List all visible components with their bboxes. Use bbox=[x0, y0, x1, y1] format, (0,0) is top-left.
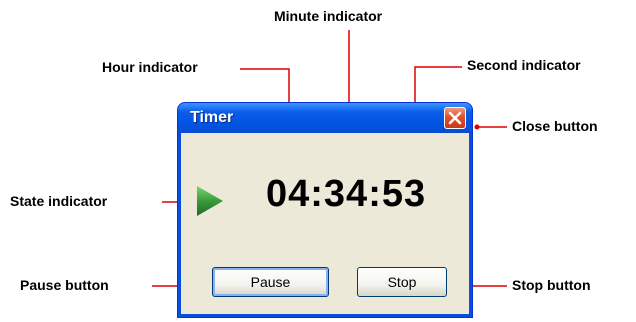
window-body: 04:34:53 Pause Stop bbox=[181, 133, 469, 314]
state-indicator-label: State indicator bbox=[10, 193, 108, 209]
stop-button-label: Stop button bbox=[512, 277, 591, 293]
minute-indicator-label: Minute indicator bbox=[274, 8, 383, 24]
close-button-label: Close button bbox=[512, 118, 598, 134]
second-indicator-label: Second indicator bbox=[467, 57, 581, 73]
play-icon bbox=[197, 186, 223, 216]
time-display: 04:34:53 bbox=[266, 173, 427, 215]
window-title: Timer bbox=[190, 109, 234, 126]
timer-window: Timer 04:34:53 Pause Stop bbox=[177, 102, 473, 318]
hour-indicator-label: Hour indicator bbox=[102, 59, 198, 75]
pause-button[interactable]: Pause bbox=[212, 267, 329, 297]
title-bar[interactable]: Timer bbox=[178, 103, 472, 133]
close-icon bbox=[448, 111, 462, 125]
pause-button-label: Pause button bbox=[20, 277, 109, 293]
close-button[interactable] bbox=[444, 107, 466, 129]
stop-button[interactable]: Stop bbox=[357, 267, 447, 297]
